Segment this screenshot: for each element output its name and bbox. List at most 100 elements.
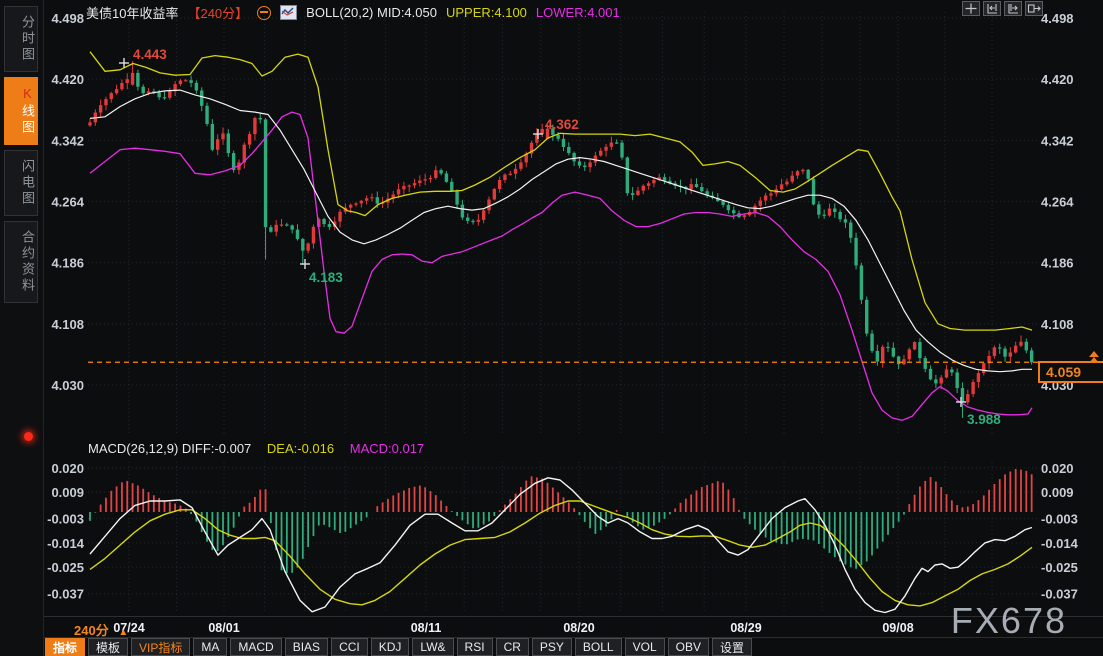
- candle-body: [562, 139, 565, 147]
- candle-body: [1003, 349, 1006, 357]
- x-axis-label: 09/08: [882, 621, 913, 635]
- candle-body: [801, 170, 804, 171]
- candle-body: [822, 215, 825, 216]
- candle-body: [955, 372, 958, 388]
- candle-body: [1014, 346, 1017, 353]
- candle-body: [844, 219, 847, 222]
- pan-left-icon[interactable]: [983, 1, 1001, 16]
- toolbar-item-2[interactable]: 模板: [88, 638, 128, 656]
- candle-body: [285, 224, 288, 225]
- candle-body: [913, 342, 916, 349]
- boll-mid-line: [90, 90, 1032, 372]
- toolbar-item-11[interactable]: CR: [496, 638, 529, 656]
- exit-view-icon[interactable]: [1025, 1, 1043, 16]
- price-annotation: 3.988: [967, 412, 1001, 427]
- candle-body: [269, 227, 272, 232]
- candle-body: [876, 351, 879, 362]
- toolbar-item-13[interactable]: BOLL: [575, 638, 622, 656]
- candle-body: [248, 134, 251, 145]
- candle-body: [769, 193, 772, 195]
- y-axis-label: 4.420: [1041, 72, 1074, 87]
- candle-body: [131, 73, 134, 85]
- candle-body: [977, 373, 980, 382]
- toolbar-item-4[interactable]: MA: [193, 638, 227, 656]
- toolbar-item-16[interactable]: 设置: [712, 638, 752, 656]
- chart-canvas[interactable]: 4.4984.4984.4204.4204.3424.3424.2644.264…: [0, 0, 1103, 656]
- toolbar-item-12[interactable]: PSY: [532, 638, 572, 656]
- instrument-title: 美债10年收益率: [86, 3, 178, 22]
- candle-body: [620, 143, 623, 158]
- candle-body: [493, 189, 496, 199]
- candle-body: [759, 201, 762, 206]
- toolbar-item-6[interactable]: BIAS: [285, 638, 328, 656]
- candle-body: [796, 171, 799, 175]
- candle-body: [450, 182, 453, 191]
- sidebar-tab-3[interactable]: 闪电图: [4, 150, 38, 216]
- candle-body: [163, 97, 166, 98]
- candle-body: [503, 175, 506, 180]
- boll-mid-label: BOLL(20,2) MID:4.050: [306, 5, 437, 20]
- candle-body: [253, 118, 256, 134]
- toolbar-item-5[interactable]: MACD: [230, 638, 281, 656]
- sidebar: 分时图 K线图闪电图合约资料: [0, 0, 44, 656]
- watermark-logo: FX678: [951, 600, 1067, 642]
- candle-body: [588, 162, 591, 167]
- candle-body: [455, 191, 458, 205]
- candle-body: [663, 177, 666, 181]
- candle-body: [445, 173, 448, 181]
- candle-body: [216, 139, 219, 150]
- candle-body: [227, 133, 230, 153]
- macd-diff-label: MACD(26,12,9) DIFF:-0.007: [88, 441, 251, 456]
- candle-body: [211, 124, 214, 150]
- candle-body: [966, 394, 969, 402]
- boll-upper-label: UPPER:4.100: [446, 5, 527, 20]
- period-menu-icon[interactable]: [257, 6, 271, 20]
- candle-body: [487, 199, 490, 210]
- toolbar-item-8[interactable]: KDJ: [371, 638, 410, 656]
- candle-body: [110, 93, 113, 99]
- candle-body: [567, 147, 570, 153]
- toolbar-item-14[interactable]: VOL: [625, 638, 665, 656]
- period-tag[interactable]: 【240分】: [187, 3, 248, 22]
- candle-body: [328, 224, 331, 227]
- candle-body: [849, 223, 852, 238]
- crosshair-tool-icon[interactable]: [962, 1, 980, 16]
- toolbar-item-10[interactable]: RSI: [457, 638, 493, 656]
- x-axis-label: 08/01: [208, 621, 239, 635]
- candle-body: [477, 220, 480, 222]
- indicator-chart-icon[interactable]: [280, 5, 297, 20]
- candle-body: [886, 347, 889, 348]
- sidebar-tab-4[interactable]: 合约资料: [4, 221, 38, 303]
- candle-body: [322, 219, 325, 224]
- toolbar-item-9[interactable]: LW&: [412, 638, 453, 656]
- arrow-up-icon: [1089, 351, 1099, 357]
- candle-body: [168, 91, 171, 98]
- candle-body: [136, 73, 139, 87]
- candle-body: [924, 358, 927, 369]
- toolbar-item-15[interactable]: OBV: [668, 638, 709, 656]
- candle-body: [376, 197, 379, 203]
- candle-body: [205, 106, 208, 124]
- candle-body: [179, 80, 182, 84]
- candle-body: [833, 209, 836, 212]
- toolbar-item-7[interactable]: CCI: [331, 638, 368, 656]
- candle-body: [338, 212, 341, 222]
- candle-body: [126, 79, 129, 83]
- price-annotation: 4.183: [309, 270, 343, 285]
- candle-body: [604, 147, 607, 151]
- candle-body: [780, 184, 783, 189]
- candle-body: [870, 334, 873, 351]
- candle-body: [998, 347, 1001, 348]
- pan-right-icon[interactable]: [1004, 1, 1022, 16]
- y-axis-label: 4.186: [1041, 256, 1074, 271]
- boll-upper-line: [90, 52, 1032, 330]
- diff-line: [90, 478, 1032, 613]
- y-axis-label: -0.025: [1041, 560, 1078, 575]
- candle-body: [514, 169, 517, 174]
- candle-body: [275, 225, 278, 232]
- toolbar-item-1[interactable]: 指标: [45, 638, 85, 656]
- toolbar-item-3[interactable]: VIP指标: [131, 638, 190, 656]
- sidebar-tab-2[interactable]: K线图: [4, 77, 38, 145]
- sidebar-tab-1[interactable]: 分时图: [4, 6, 38, 72]
- y-axis-label: 4.420: [51, 72, 84, 87]
